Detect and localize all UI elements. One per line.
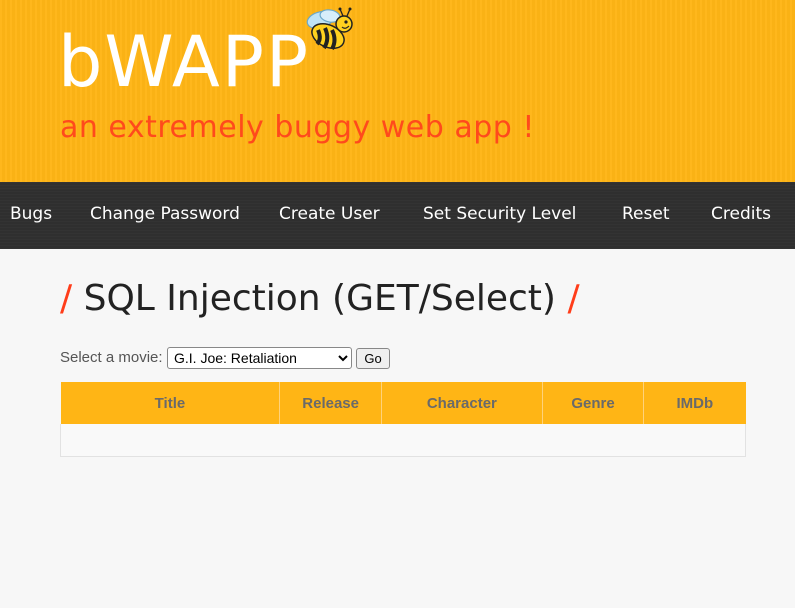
menu-item-credits[interactable]: Credits	[711, 204, 771, 224]
table-header-row: Title Release Character Genre IMDb	[60, 382, 746, 424]
empty-result-cell	[60, 424, 746, 457]
column-header-title: Title	[60, 382, 281, 424]
results-table: Title Release Character Genre IMDb	[60, 382, 746, 457]
movie-select[interactable]: G.I. Joe: Retaliation	[167, 347, 352, 369]
column-header-character: Character	[381, 382, 543, 424]
menu-item-bugs[interactable]: Bugs	[10, 204, 52, 224]
menu-item-set-security-level[interactable]: Set Security Level	[423, 204, 576, 224]
menu-item-reset[interactable]: Reset	[622, 204, 670, 224]
heading-slash-left: /	[60, 278, 73, 319]
column-header-genre: Genre	[542, 382, 645, 424]
bee-logo-icon	[306, 7, 353, 50]
column-header-release: Release	[279, 382, 382, 424]
page-title: / SQL Injection (GET/Select) /	[60, 278, 580, 319]
site-header: bWAPP an extremely buggy web app !	[0, 0, 795, 182]
heading-slash-right: /	[567, 278, 580, 319]
go-button[interactable]: Go	[356, 348, 390, 369]
site-tagline: an extremely buggy web app !	[60, 110, 535, 145]
movie-select-label: Select a movie:	[60, 349, 163, 366]
menu-item-create-user[interactable]: Create User	[279, 204, 380, 224]
table-row	[60, 424, 746, 457]
main-menu: Bugs Change Password Create User Set Sec…	[0, 182, 795, 249]
column-header-imdb: IMDb	[643, 382, 746, 424]
menu-item-change-password[interactable]: Change Password	[90, 204, 240, 224]
site-logo[interactable]: bWAPP	[58, 22, 310, 102]
page-title-text: SQL Injection (GET/Select)	[83, 278, 556, 319]
